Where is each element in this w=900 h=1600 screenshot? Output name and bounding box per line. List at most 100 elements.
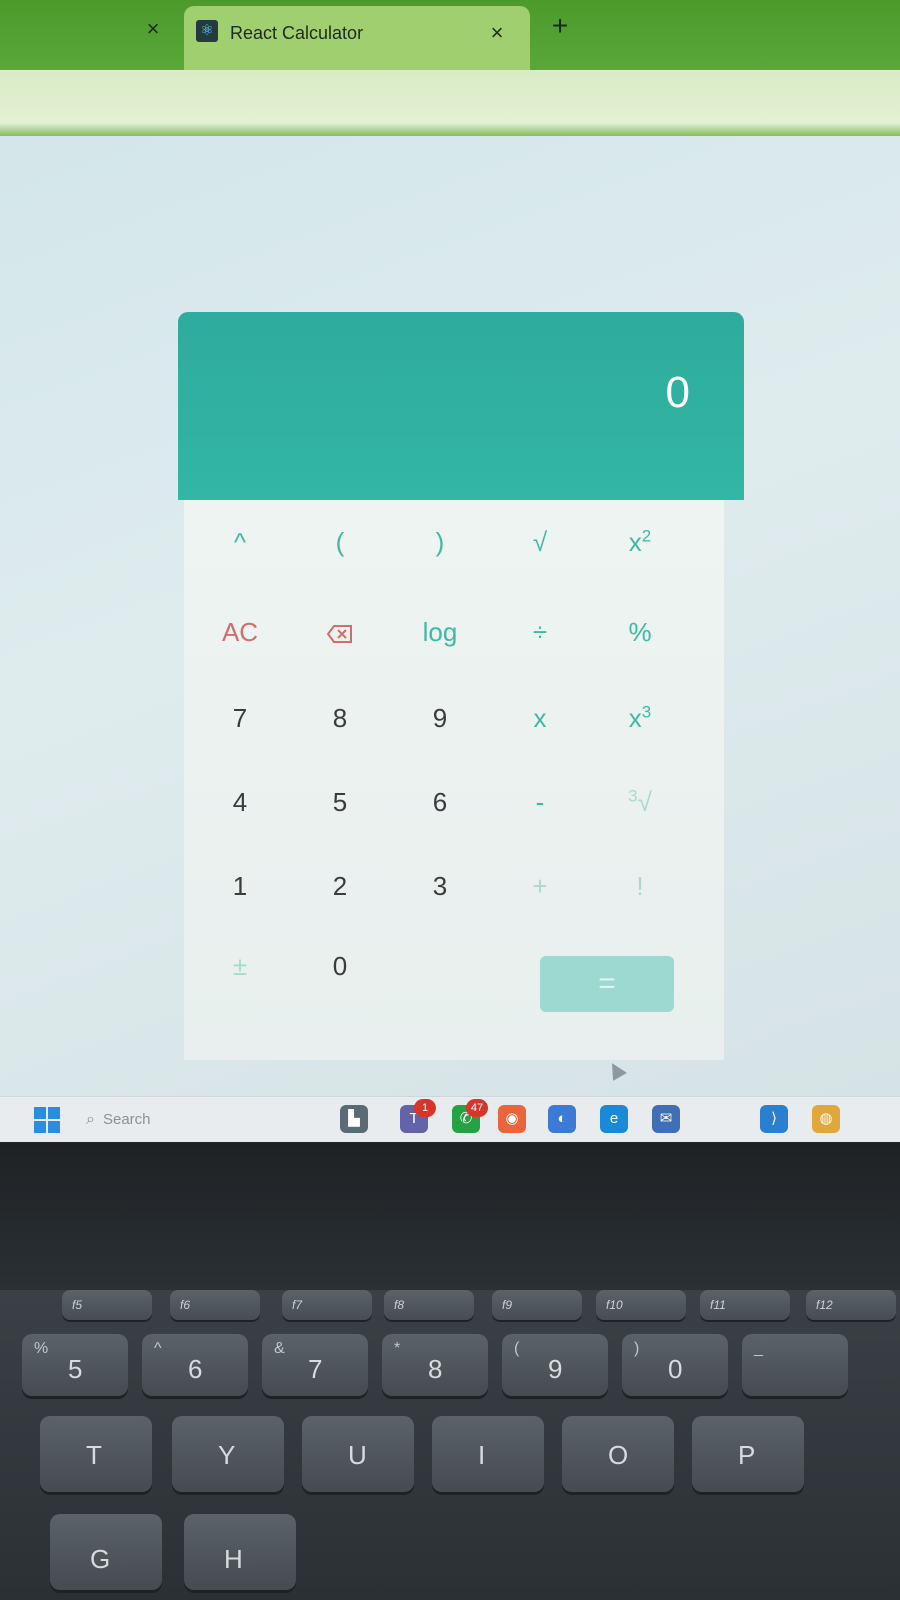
key-6[interactable]: 6 <box>390 772 490 832</box>
firefox-icon[interactable]: ◉ <box>498 1105 526 1133</box>
key-f10[interactable]: f10 <box>596 1290 686 1320</box>
key-plus[interactable]: + <box>490 856 590 916</box>
key-lparen[interactable]: ( <box>290 512 390 572</box>
taskbar-search[interactable]: ⌕ Search <box>86 1105 246 1135</box>
key-8[interactable]: 8 <box>290 688 390 748</box>
key-label: ^ <box>233 527 247 557</box>
key-label: 0 <box>668 1354 683 1384</box>
backspace-icon <box>326 625 352 644</box>
file-explorer-icon[interactable]: ▙ <box>340 1105 368 1133</box>
key-1[interactable]: 1 <box>190 856 290 916</box>
key-2[interactable]: 2 <box>290 856 390 916</box>
key-label: U <box>348 1440 367 1470</box>
key-divide[interactable]: ÷ <box>490 602 590 662</box>
key-x-3[interactable]: x3 <box>590 688 690 748</box>
key-h[interactable]: H <box>184 1514 296 1590</box>
vscode-icon[interactable]: ⟩ <box>760 1105 788 1133</box>
key-4[interactable]: 4 <box>190 772 290 832</box>
key-minus[interactable]: _ <box>742 1334 848 1396</box>
key-3[interactable]: 3 <box>390 856 490 916</box>
backspace-button[interactable] <box>290 602 390 662</box>
key-x[interactable]: x <box>490 688 590 748</box>
browser-tab-bar: × ⚛ React Calculator × + <box>0 0 900 72</box>
key-f7[interactable]: f7 <box>282 1290 372 1320</box>
tab-react-calculator[interactable]: ⚛ React Calculator × <box>184 6 530 72</box>
whatsapp-icon[interactable]: ✆ 47 <box>452 1099 488 1133</box>
key-9[interactable]: (9 <box>502 1334 608 1396</box>
key-f5[interactable]: f5 <box>62 1290 152 1320</box>
key-f11[interactable]: f11 <box>700 1290 790 1320</box>
key-0[interactable]: 0 <box>290 936 390 996</box>
key-f8[interactable]: f8 <box>384 1290 474 1320</box>
teams-icon[interactable]: T1 <box>400 1099 436 1133</box>
new-tab-button[interactable]: + <box>546 12 574 40</box>
key-p[interactable]: P <box>692 1416 804 1492</box>
key-label: x <box>628 703 642 733</box>
key-label: √ <box>637 787 652 817</box>
key-label: 8 <box>332 703 348 733</box>
key-label: 1 <box>232 871 248 901</box>
tab-close-icon[interactable]: × <box>484 20 510 46</box>
key-t[interactable]: T <box>40 1416 152 1492</box>
key-0[interactable]: ) 0 <box>622 1334 728 1396</box>
key-shift-label: * <box>394 1340 401 1357</box>
key-log[interactable]: log <box>390 602 490 662</box>
inactive-tab-close-icon[interactable]: × <box>140 16 166 42</box>
key-sqrt[interactable]: √ <box>490 512 590 572</box>
key-f9[interactable]: f9 <box>492 1290 582 1320</box>
notification-badge: 47 <box>466 1099 488 1117</box>
key-o[interactable]: O <box>562 1416 674 1492</box>
key-shift-label: _ <box>754 1340 763 1357</box>
key-minus[interactable]: - <box>490 772 590 832</box>
key-label: 6 <box>188 1354 203 1384</box>
key-9[interactable]: 9 <box>390 688 490 748</box>
key-shift-label: ) <box>634 1340 640 1357</box>
key-8[interactable]: * 8 <box>382 1334 488 1396</box>
key-rparen[interactable]: ) <box>390 512 490 572</box>
key-g[interactable]: G <box>50 1514 162 1590</box>
key-label: f10 <box>606 1298 623 1312</box>
key-f6[interactable]: f6 <box>170 1290 260 1320</box>
key-ac[interactable]: AC <box>190 602 290 662</box>
key-sqrt-cube[interactable]: 3√ <box>590 772 690 832</box>
edge-icon[interactable]: e <box>600 1105 628 1133</box>
key-6[interactable]: ^ 6 <box>142 1334 248 1396</box>
key-label: 3 <box>432 871 448 901</box>
key-7[interactable]: & 7 <box>262 1334 368 1396</box>
key-plusminus[interactable]: ± <box>190 936 290 996</box>
key-label: 9 <box>432 703 448 733</box>
windows-start-icon[interactable] <box>34 1107 60 1133</box>
key-factorial[interactable]: ! <box>590 856 690 916</box>
key-label: % <box>628 617 652 647</box>
key-y[interactable]: Y <box>172 1416 284 1492</box>
equals-button[interactable]: = <box>540 956 674 1012</box>
calculator-display: 0 <box>178 312 744 500</box>
key-label: 9 <box>548 1354 563 1384</box>
key-label: f12 <box>816 1298 833 1312</box>
app-icon[interactable]: ◐ <box>548 1105 576 1133</box>
chrome-icon[interactable]: ◍ <box>812 1105 840 1133</box>
key-5[interactable]: 5 <box>290 772 390 832</box>
key-label: T <box>86 1440 102 1470</box>
key-superscript: 3 <box>641 702 652 722</box>
key-f12[interactable]: f12 <box>806 1290 896 1320</box>
key-percent[interactable]: % <box>590 602 690 662</box>
key-shift-label: ( <box>514 1340 520 1357</box>
key-label: H <box>224 1544 243 1574</box>
key-i[interactable]: I <box>432 1416 544 1492</box>
key-x-2[interactable]: x2 <box>590 512 690 572</box>
react-icon: ⚛ <box>196 20 218 42</box>
key-label: f5 <box>72 1298 83 1312</box>
key-label: G <box>90 1544 111 1574</box>
key-label: O <box>608 1440 629 1470</box>
key-label: f7 <box>292 1298 303 1312</box>
key-label: - <box>535 787 545 817</box>
key-superscript: 3 <box>628 786 638 806</box>
key-7[interactable]: 7 <box>190 688 290 748</box>
key-5[interactable]: % 5 <box>22 1334 128 1396</box>
calculator-keypad: = ^() √ x2 AC log ÷% 7 8 9 x x3 4 5 6-3√ 1 2 3 +! ±0 <box>184 500 724 1060</box>
mail-icon[interactable]: ✉ <box>652 1105 680 1133</box>
key-caret[interactable]: ^ <box>190 512 290 572</box>
key-u[interactable]: U <box>302 1416 414 1492</box>
laptop-bezel <box>0 1142 900 1292</box>
